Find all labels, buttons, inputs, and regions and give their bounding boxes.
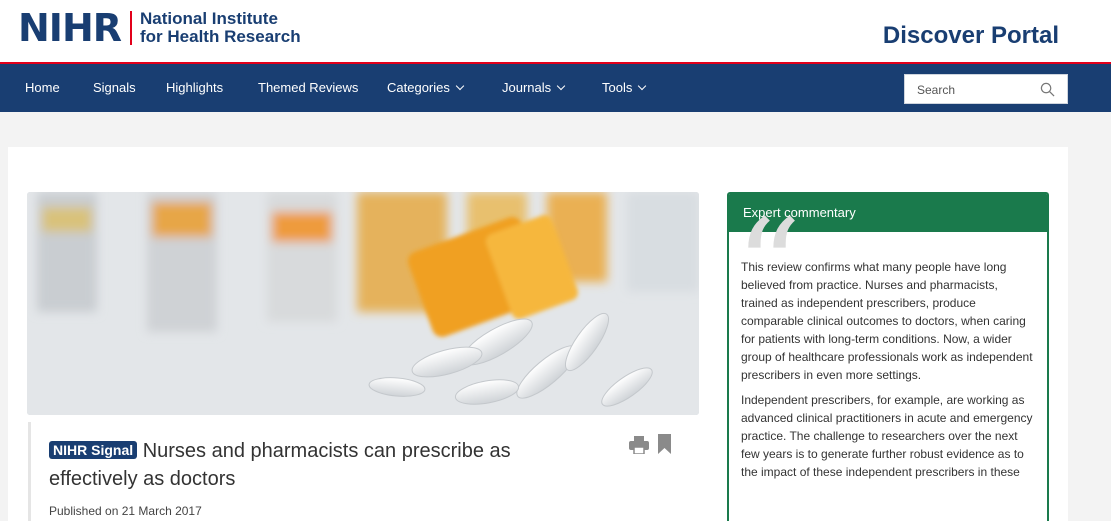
- nihr-logo[interactable]: NIHR National Institute for Health Resea…: [18, 8, 301, 48]
- nav-highlights[interactable]: Highlights: [166, 64, 223, 112]
- chevron-down-icon: [638, 81, 647, 91]
- pills-photo: [27, 192, 699, 415]
- search-input[interactable]: [915, 80, 1039, 100]
- portal-title[interactable]: Discover Portal: [883, 22, 1059, 50]
- logo-divider: [130, 11, 133, 45]
- nav-signals[interactable]: Signals: [93, 64, 136, 112]
- signal-badge: NIHR Signal: [49, 441, 138, 459]
- nav-themed-reviews[interactable]: Themed Reviews: [258, 64, 358, 112]
- article-title-block: NIHR Signal Nurses and pharmacists can p…: [49, 438, 569, 493]
- nav-home[interactable]: Home: [25, 64, 60, 112]
- bookmark-icon[interactable]: [658, 434, 671, 454]
- expert-commentary: Expert commentary “ This review confirms…: [727, 192, 1049, 521]
- article-header: NIHR Signal Nurses and pharmacists can p…: [28, 422, 703, 521]
- hero-image: [27, 192, 699, 415]
- chevron-down-icon: [455, 81, 465, 91]
- published-date: Published on 21 March 2017: [49, 504, 202, 518]
- logo-text: National Institute for Health Research: [140, 10, 301, 46]
- search-icon[interactable]: [1040, 82, 1055, 97]
- logo-line-2: for Health Research: [140, 27, 301, 46]
- logo-mark: NIHR: [18, 6, 122, 50]
- nav-journals[interactable]: Journals: [502, 64, 566, 112]
- nav-journals-label: Journals: [502, 80, 552, 95]
- expert-commentary-body: This review confirms what many people ha…: [741, 258, 1037, 488]
- nav-categories-label: Categories: [387, 80, 450, 95]
- expert-paragraph: Independent prescribers, for example, ar…: [741, 393, 1033, 479]
- site-header: NIHR National Institute for Health Resea…: [0, 0, 1111, 62]
- print-icon[interactable]: [629, 436, 649, 454]
- chevron-down-icon: [556, 81, 566, 91]
- nav-tools[interactable]: Tools: [602, 64, 647, 112]
- logo-line-1: National Institute: [140, 9, 278, 28]
- nav-tools-label: Tools: [602, 80, 633, 95]
- nav-categories[interactable]: Categories: [387, 64, 465, 112]
- search-box: [904, 74, 1068, 104]
- main-nav: Home Signals Highlights Themed Reviews C…: [0, 62, 1111, 112]
- expert-paragraph: This review confirms what many people ha…: [741, 260, 1033, 382]
